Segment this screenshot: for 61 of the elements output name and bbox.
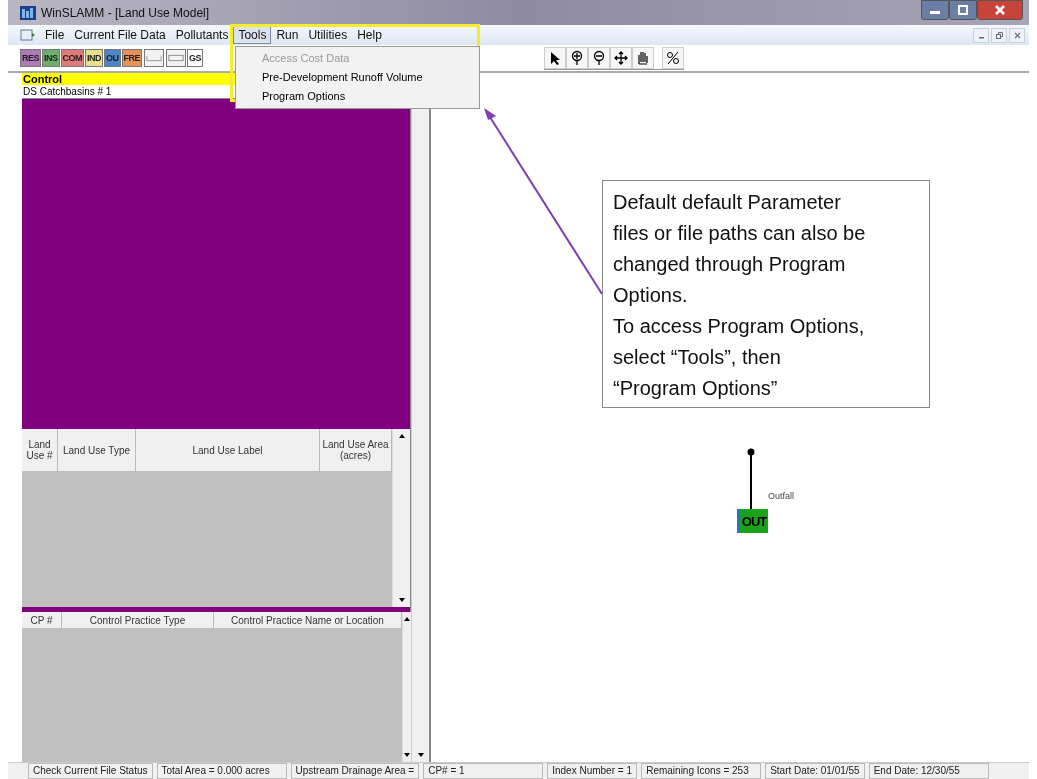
status-field: End Date: 12/30/55 (868, 763, 989, 779)
column-header: Land Use Label (136, 429, 320, 471)
zoom-out-button[interactable] (588, 46, 611, 69)
pipe-icon (168, 52, 185, 64)
callout-text: To access Program Options, (613, 314, 866, 339)
column-header: Land Use Type (58, 429, 136, 471)
callout-text: changed through Program (613, 252, 847, 277)
pipe-button[interactable] (166, 49, 187, 67)
app-icon (20, 5, 36, 20)
scroll-up-icon (403, 616, 411, 622)
close-icon (994, 5, 1006, 15)
callout-text: select “Tools”, then (613, 345, 782, 370)
status-field: Index Number = 1 (547, 763, 638, 779)
callout-text: Options. (613, 283, 689, 308)
maximize-button[interactable] (949, 0, 977, 20)
maximize-icon (957, 5, 969, 15)
column-header: Land Use # (22, 429, 58, 471)
menu-item[interactable]: Program Options (236, 87, 479, 106)
move-button[interactable] (610, 46, 633, 69)
land-use-button[interactable]: IND (85, 49, 104, 67)
callout-text: Default default Parameter (613, 190, 842, 215)
outfall-node[interactable]: OUT (737, 509, 768, 533)
land-use-button[interactable]: GS (187, 49, 204, 67)
close-button[interactable] (977, 0, 1023, 20)
column-header: CP # (22, 612, 62, 628)
status-field: Upstream Drainage Area = (290, 763, 420, 779)
pointer-button[interactable] (544, 46, 567, 69)
land-use-button[interactable]: OU (104, 49, 121, 67)
scroll-down-icon (397, 597, 406, 603)
minimize-button[interactable] (921, 0, 949, 20)
land-use-button[interactable]: FRE (121, 49, 143, 67)
restore-icon (995, 31, 1003, 39)
move-icon (614, 50, 629, 65)
pointer-icon (549, 50, 562, 65)
menu-item[interactable]: Current File Data (69, 26, 171, 44)
column-header: Control Practice Type (62, 612, 214, 628)
close-icon (1013, 31, 1021, 39)
callout-text: “Program Options” (613, 376, 779, 401)
land-use-button[interactable]: INS (42, 49, 60, 67)
window-title: WinSLAMM - [Land Use Model] (41, 5, 210, 20)
menu-item[interactable]: File (40, 26, 70, 44)
zoom-out-icon (593, 49, 606, 66)
menu-item[interactable]: Run (271, 26, 304, 44)
callout-text: files or file paths can also be (613, 221, 867, 246)
status-field: Start Date: 01/01/55 (765, 763, 865, 779)
node-label: Outfall (768, 491, 794, 501)
land-use-button[interactable]: RES (20, 49, 41, 67)
zoom-in-icon (571, 49, 584, 66)
pan-button[interactable] (632, 46, 655, 69)
menu-item[interactable]: Utilities (303, 26, 353, 44)
status-field: CP# = 1 (423, 763, 544, 779)
menu-item[interactable]: Help (352, 26, 387, 44)
status-field: Remaining Icons = 253 (641, 763, 762, 779)
menu-item[interactable]: Pollutants (170, 26, 234, 44)
land-use-button[interactable]: COM (60, 49, 85, 67)
scroll-up-icon (397, 433, 406, 439)
status-field: Check Current File Status (28, 763, 153, 779)
document-icon[interactable] (20, 28, 36, 42)
zoom-in-button[interactable] (566, 46, 589, 69)
restore-button[interactable] (991, 27, 1007, 43)
status-field: Total Area = 0.000 acres (156, 763, 287, 779)
